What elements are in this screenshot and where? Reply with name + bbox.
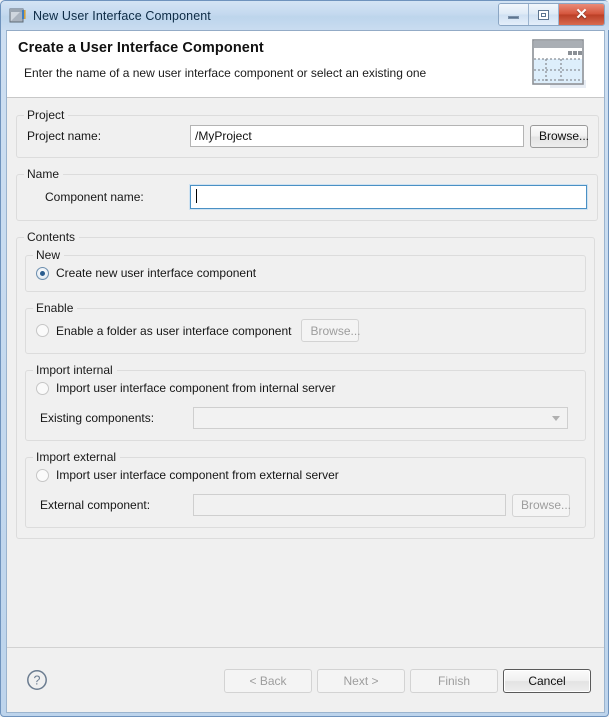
import-external-group: Import external Import user interface co… — [25, 450, 586, 528]
component-window-icon — [9, 7, 27, 25]
chevron-down-icon — [552, 416, 560, 421]
dialog-footer: ? < Back Next > Finish Cancel — [7, 647, 604, 712]
contents-group: Contents New Create new user interface c… — [16, 230, 595, 539]
contents-group-legend: Contents — [27, 230, 76, 244]
dialog-body: Project Project name: Browse... Name Com… — [7, 98, 604, 647]
finish-button[interactable]: Finish — [410, 669, 498, 693]
help-question-icon[interactable]: ? — [26, 669, 48, 691]
component-name-row: Component name: — [27, 185, 587, 209]
form-layout-icon — [530, 36, 590, 94]
enable-group-legend: Enable — [36, 301, 74, 315]
component-name-input[interactable] — [190, 185, 587, 209]
title-bar: New User Interface Component ✕ — [1, 1, 609, 30]
enable-browse-button[interactable]: Browse... — [301, 319, 361, 342]
wizard-banner: Create a User Interface Component Enter … — [7, 31, 604, 98]
import-internal-radio[interactable] — [36, 381, 49, 395]
enable-group: Enable Enable a folder as user interface… — [25, 301, 586, 354]
svg-text:?: ? — [34, 674, 41, 688]
minimize-icon — [508, 16, 519, 19]
component-name-label: Component name: — [45, 190, 144, 204]
dialog-client-area: Create a User Interface Component Enter … — [6, 30, 605, 713]
create-new-radio-label: Create new user interface component — [56, 266, 257, 280]
maximize-icon — [538, 9, 549, 20]
minimize-button[interactable] — [499, 4, 529, 25]
project-name-input[interactable] — [190, 125, 524, 147]
project-name-row: Project name: Browse... — [27, 124, 589, 148]
existing-components-label: Existing components: — [40, 411, 155, 425]
page-title: Create a User Interface Component — [18, 40, 264, 56]
cancel-button[interactable]: Cancel — [503, 669, 591, 693]
import-external-radio[interactable] — [36, 468, 49, 482]
import-external-radio-row[interactable]: Import user interface component from ext… — [36, 468, 575, 482]
name-group-legend: Name — [27, 167, 60, 181]
external-browse-button[interactable]: Browse... — [512, 493, 571, 517]
import-external-radio-label: Import user interface component from ext… — [56, 468, 339, 482]
next-button[interactable]: Next > — [317, 669, 405, 693]
project-name-label: Project name: — [27, 129, 102, 143]
project-group: Project Project name: Browse... — [16, 108, 599, 158]
dialog-window: New User Interface Component ✕ Create a … — [0, 0, 609, 717]
project-browse-button[interactable]: Browse... — [530, 124, 589, 148]
existing-components-row: Existing components: — [36, 406, 575, 430]
external-component-row: External component: Browse... — [36, 493, 575, 517]
import-internal-radio-row[interactable]: Import user interface component from int… — [36, 381, 575, 395]
create-new-radio-row[interactable]: Create new user interface component — [36, 266, 575, 280]
close-icon: ✕ — [575, 6, 588, 23]
back-button[interactable]: < Back — [224, 669, 312, 693]
window-title: New User Interface Component — [33, 8, 211, 23]
external-component-input[interactable] — [193, 494, 506, 516]
project-group-legend: Project — [27, 108, 65, 122]
wizard-buttons: < Back Next > Finish Cancel — [224, 669, 591, 693]
close-button[interactable]: ✕ — [559, 4, 604, 25]
import-internal-group: Import internal Import user interface co… — [25, 363, 586, 441]
external-component-label: External component: — [40, 498, 151, 512]
import-internal-radio-label: Import user interface component from int… — [56, 381, 336, 395]
create-new-radio[interactable] — [36, 266, 49, 280]
name-group: Name Component name: — [16, 167, 598, 221]
import-external-group-legend: Import external — [36, 450, 117, 464]
enable-folder-radio-row[interactable]: Enable a folder as user interface compon… — [36, 319, 575, 342]
new-group-legend: New — [36, 248, 61, 262]
existing-components-combo[interactable] — [193, 407, 568, 429]
enable-folder-radio-label: Enable a folder as user interface compon… — [56, 323, 292, 338]
window-controls: ✕ — [498, 3, 605, 26]
text-caret — [196, 189, 197, 203]
maximize-button[interactable] — [529, 4, 559, 25]
page-subtitle: Enter the name of a new user interface c… — [24, 66, 427, 80]
enable-folder-radio[interactable] — [36, 324, 49, 337]
import-internal-group-legend: Import internal — [36, 363, 113, 377]
new-group: New Create new user interface component — [25, 248, 586, 292]
